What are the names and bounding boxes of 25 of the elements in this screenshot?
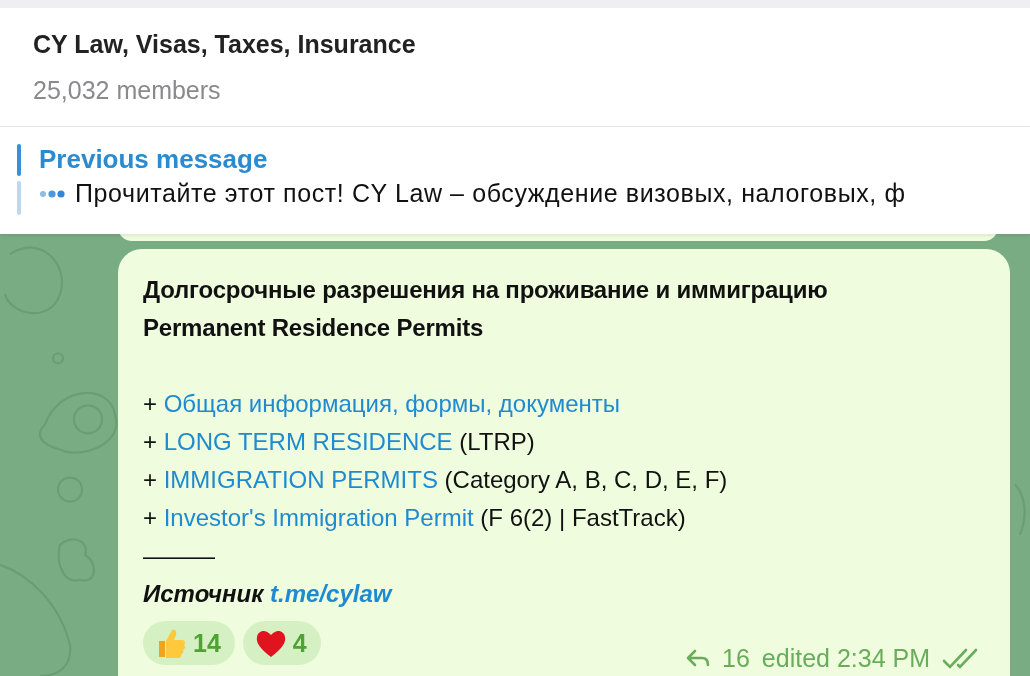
link[interactable]: IMMIGRATION PERMITS [163,466,438,493]
list-line: + IMMIGRATION PERMITS (Category A, B, C, D, E, F) [143,465,729,495]
divider-text: ——— [143,541,216,571]
reply-arrow-icon [686,648,710,668]
link[interactable]: Общая информация, формы, документы [163,390,620,417]
member-count: 25,032 members [33,76,222,105]
reply-count: 16 [722,643,750,674]
message-heading: Permanent Residence Permits [143,313,485,343]
link[interactable]: t.me/cylaw [270,580,392,607]
message-status: edited 2:34 PM [761,643,930,674]
pinned-text: Прочитайте этот пост! CY Law – обсуждение визовых, налоговых, ф [75,179,906,208]
list-line: + Общая информация, формы, документы [143,389,621,419]
source-line: Источник t.me/cylaw [143,579,394,609]
link[interactable]: LONG TERM RESIDENCE [163,428,453,455]
pinned-label: Previous message [39,144,269,175]
link[interactable]: Investor's Immigration Permit [163,504,474,531]
heart-icon [254,628,287,658]
chat-title: CY Law, Visas, Taxes, Insurance [33,30,417,59]
list-line: + LONG TERM RESIDENCE (LTRP) [143,427,536,457]
pinned-message-bar[interactable]: Previous message Прочитайте этот пост! CY Law – обсуждение визовых, налоговых, ф [0,127,1030,234]
message-heading: Долгосрочные разрешения на проживание и иммиграцию [143,275,829,305]
list-line: + Investor's Immigration Permit (F 6(2) | FastTrack) [143,503,687,533]
dots-icon [39,188,65,199]
reaction-button[interactable]: 14 [143,621,235,665]
reaction-button[interactable]: 4 [242,621,321,665]
